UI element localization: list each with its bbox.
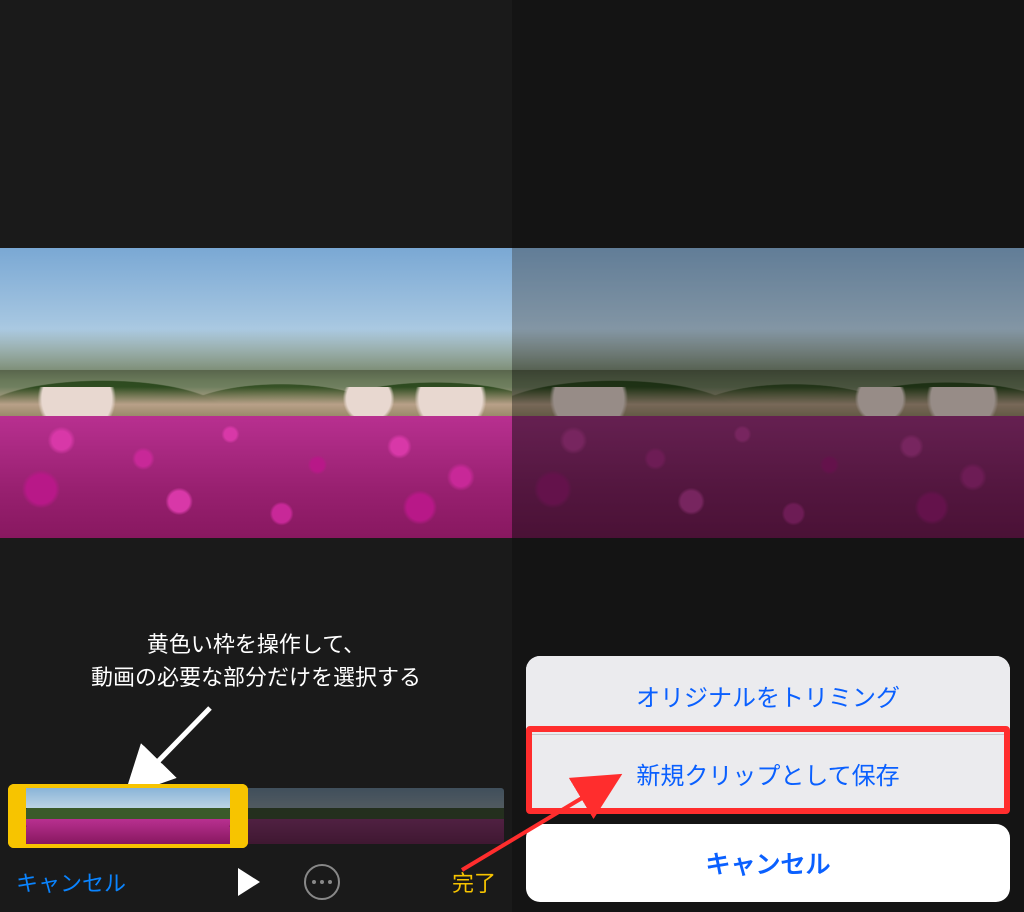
more-options-icon[interactable] xyxy=(304,864,340,900)
save-as-new-clip-option[interactable]: 新規クリップとして保存 xyxy=(526,734,1010,812)
cancel-button[interactable]: キャンセル xyxy=(526,824,1010,902)
annotation-line2: 動画の必要な部分だけを選択する xyxy=(0,661,512,694)
trim-handle-left[interactable]: 〈 xyxy=(8,784,26,848)
trim-editor-screen: 黄色い枠を操作して、 動画の必要な部分だけを選択する 〈 xyxy=(0,0,512,912)
play-icon[interactable] xyxy=(238,868,260,896)
action-sheet: オリジナルをトリミング 新規クリップとして保存 キャンセル xyxy=(526,656,1010,902)
annotation-line1: 黄色い枠を操作して、 xyxy=(0,628,512,661)
cancel-button[interactable]: キャンセル xyxy=(16,866,126,898)
done-button[interactable]: 完了 xyxy=(452,866,496,898)
trim-original-option[interactable]: オリジナルをトリミング xyxy=(526,656,1010,734)
video-preview-dimmed xyxy=(512,248,1024,538)
bottom-toolbar: キャンセル 完了 xyxy=(0,852,512,912)
trim-timeline[interactable]: 〈 〉 xyxy=(8,788,504,844)
trim-handle-right[interactable]: 〉 xyxy=(230,784,248,848)
video-preview xyxy=(0,248,512,538)
annotation-text: 黄色い枠を操作して、 動画の必要な部分だけを選択する xyxy=(0,628,512,694)
save-options-screen: オリジナルをトリミング 新規クリップとして保存 キャンセル xyxy=(512,0,1024,912)
arrow-icon xyxy=(120,700,240,790)
